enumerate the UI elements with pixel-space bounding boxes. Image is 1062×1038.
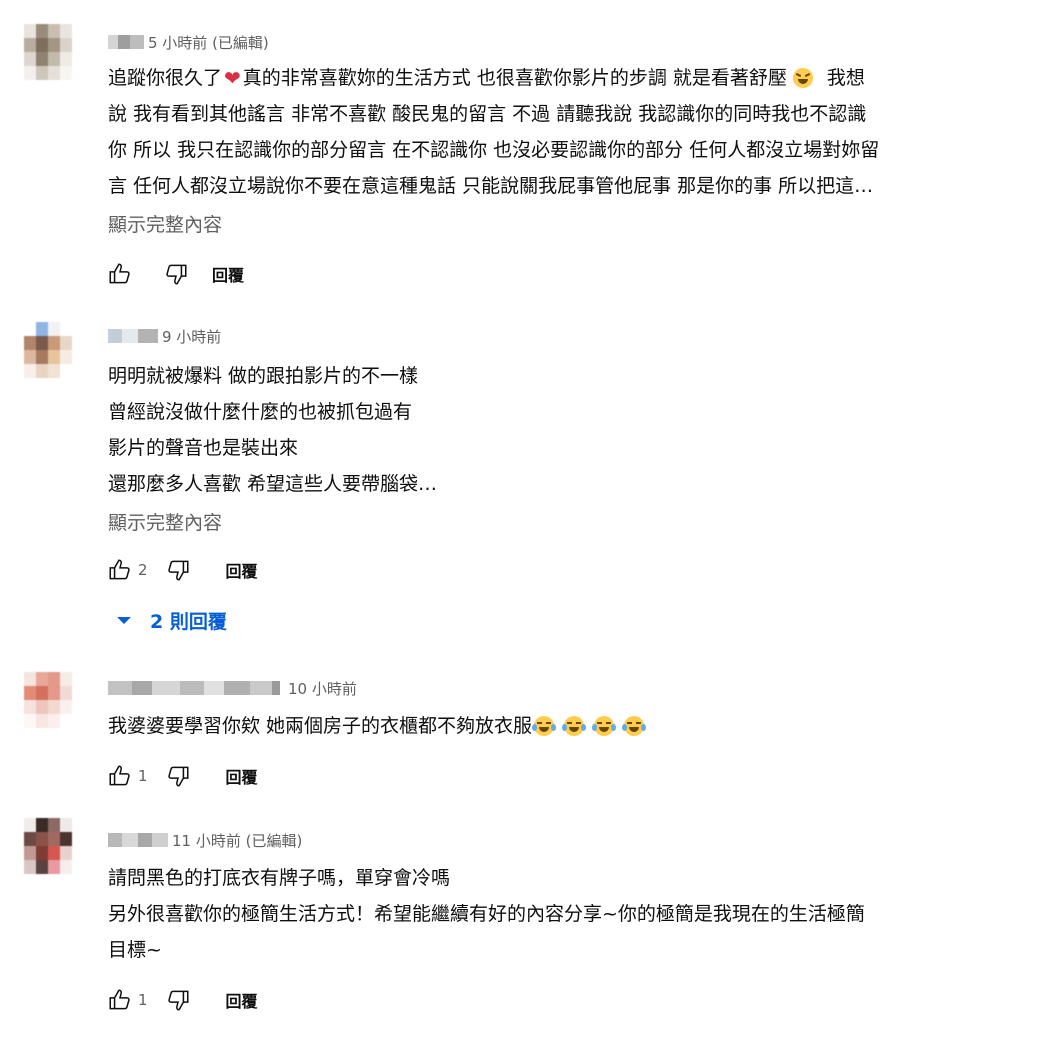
thumbs-up-icon[interactable] (104, 984, 136, 1016)
avatar[interactable] (24, 672, 72, 728)
replies-count-label: 2 則回覆 (150, 610, 227, 633)
reply-button[interactable]: 回覆 (226, 558, 258, 582)
comment-meta: 9 小時前 (108, 324, 221, 348)
comment-actions: 1 回覆 (104, 984, 258, 1016)
avatar[interactable] (24, 24, 72, 80)
thumbs-up-icon[interactable] (104, 760, 136, 792)
comment-line: 曾經說沒做什麼什麼的也被抓包過有 (108, 401, 413, 423)
caret-down-icon (117, 617, 131, 624)
heart-emoji: ❤ (224, 66, 241, 90)
reply-button[interactable]: 回覆 (226, 988, 258, 1012)
grinning-squinting-emoji (792, 68, 813, 88)
comment-line: 說 我有看到其他謠言 非常不喜歡 酸民鬼的留言 不過 請聽我說 我認識你的同時我… (108, 103, 867, 125)
comment-line: 還那麼多人喜歡 希望這些人要帶腦袋… (108, 473, 438, 495)
comment-line: 你 所以 我只在認識你的部分留言 在不認識你 也沒必要認識你的部分 任何人都沒立… (108, 139, 880, 161)
comment-meta: 10 小時前 (108, 676, 357, 700)
comment-timestamp[interactable]: 9 小時前 (162, 326, 221, 347)
tears-of-joy-emoji (532, 716, 557, 736)
like-count: 1 (138, 767, 148, 785)
reply-button[interactable]: 回覆 (212, 262, 244, 286)
like-count: 1 (138, 991, 148, 1009)
comment-timestamp[interactable]: 11 小時前 (已編輯) (172, 830, 302, 851)
author-name[interactable] (108, 329, 158, 343)
comment-text: 我婆婆要學習你欸 她兩個房子的衣櫃都不夠放衣服 (108, 708, 1008, 744)
comment-line: 明明就被爆料 做的跟拍影片的不一樣 (108, 365, 419, 387)
thumbs-down-icon[interactable] (162, 984, 194, 1016)
avatar[interactable] (24, 818, 72, 874)
comment-timestamp[interactable]: 10 小時前 (288, 678, 357, 699)
comment-meta: 11 小時前 (已編輯) (108, 828, 302, 852)
avatar[interactable] (24, 322, 72, 378)
thumbs-up-icon[interactable] (104, 554, 136, 586)
author-name[interactable] (108, 35, 144, 49)
like-count: 2 (138, 561, 148, 579)
comment-actions: 1 回覆 (104, 760, 258, 792)
author-name[interactable] (108, 681, 280, 695)
thumbs-down-icon[interactable] (160, 258, 192, 290)
comment-line: 我婆婆要學習你欸 她兩個房子的衣櫃都不夠放衣服 (108, 715, 533, 737)
comment-timestamp[interactable]: 5 小時前 (已編輯) (148, 32, 269, 53)
show-more-link[interactable]: 顯示完整內容 (108, 508, 222, 535)
comment-text: 明明就被爆料 做的跟拍影片的不一樣 曾經說沒做什麼什麼的也被抓包過有 影片的聲音… (108, 358, 1008, 502)
tears-of-joy-emoji (562, 716, 587, 736)
comment-line: 追蹤你很久了 (108, 67, 223, 89)
comment-text: 追蹤你很久了 ❤ 真的非常喜歡妳的生活方式 也很喜歡你影片的步調 就是看著舒壓 … (108, 60, 1008, 204)
comment-line: 另外很喜歡你的極簡生活方式！希望能繼續有好的內容分享~你的極簡是我現在的生活極簡 (108, 903, 865, 925)
view-replies-button[interactable]: 2 則回覆 (112, 602, 227, 638)
comment-line: 請問黑色的打底衣有牌子嗎，單穿會冷嗎 (108, 867, 451, 889)
comment-line: 我想 (826, 67, 865, 89)
show-more-link[interactable]: 顯示完整內容 (108, 210, 222, 237)
comment-actions: 2 回覆 (104, 554, 258, 586)
comment-line: 影片的聲音也是裝出來 (108, 437, 299, 459)
comment-actions: 回覆 (104, 258, 244, 290)
tears-of-joy-emoji (592, 716, 617, 736)
comment-meta: 5 小時前 (已編輯) (108, 30, 269, 54)
reply-button[interactable]: 回覆 (226, 764, 258, 788)
comment-line: 真的非常喜歡妳的生活方式 也很喜歡你影片的步調 就是看著舒壓 (242, 67, 787, 89)
comment-line: 言 任何人都沒立場說你不要在意這種鬼話 只能說關我屁事管他屁事 那是你的事 所以… (108, 175, 874, 197)
thumbs-up-icon[interactable] (104, 258, 136, 290)
author-name[interactable] (108, 833, 168, 847)
comment-text: 請問黑色的打底衣有牌子嗎，單穿會冷嗎 另外很喜歡你的極簡生活方式！希望能繼續有好… (108, 860, 1008, 968)
thumbs-down-icon[interactable] (162, 760, 194, 792)
tears-of-joy-emoji (622, 716, 647, 736)
comment-line: 目標~ (108, 939, 162, 961)
thumbs-down-icon[interactable] (162, 554, 194, 586)
